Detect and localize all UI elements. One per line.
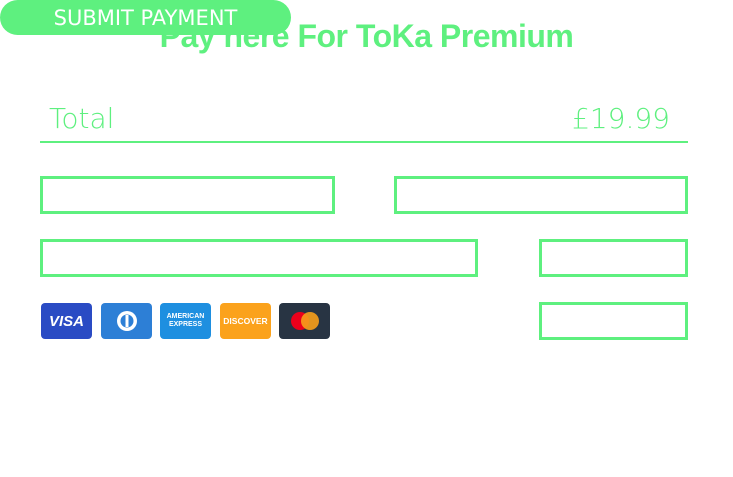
total-amount: £19.99 xyxy=(572,102,670,135)
divider xyxy=(40,141,688,143)
diners-club-icon xyxy=(101,303,152,339)
page-title: Pay here For ToKa Premium xyxy=(159,18,574,54)
cvv-input[interactable] xyxy=(539,302,688,340)
first-name-input[interactable] xyxy=(40,176,335,214)
mastercard-icon xyxy=(279,303,330,339)
expiry-input[interactable] xyxy=(539,239,688,277)
american-express-icon: AMERICAN EXPRESS xyxy=(160,303,211,339)
visa-icon: VISA xyxy=(41,303,92,339)
last-name-input[interactable] xyxy=(394,176,688,214)
card-number-input[interactable] xyxy=(40,239,478,277)
total-label: Total xyxy=(49,102,115,135)
discover-icon: DISCOVER xyxy=(220,303,271,339)
